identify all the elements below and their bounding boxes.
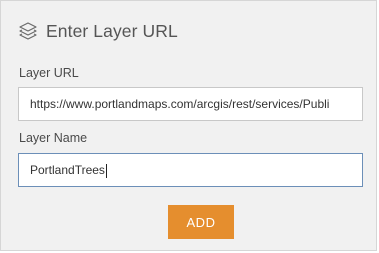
panel-header: Enter Layer URL [18,18,178,44]
layer-url-value: https://www.portlandmaps.com/arcgis/rest… [30,97,330,111]
text-caret [105,163,107,178]
panel-title: Enter Layer URL [46,20,178,41]
add-layer-panel: Enter Layer URL Layer URL https://www.po… [0,0,377,251]
layer-name-label: Layer Name [19,131,88,145]
layers-icon [18,21,38,41]
layer-name-input[interactable]: PortlandTrees [18,153,363,187]
layer-name-value: PortlandTrees [30,163,105,177]
add-button[interactable]: ADD [168,205,234,239]
layer-url-input[interactable]: https://www.portlandmaps.com/arcgis/rest… [18,87,363,121]
layer-url-label: Layer URL [19,66,79,80]
